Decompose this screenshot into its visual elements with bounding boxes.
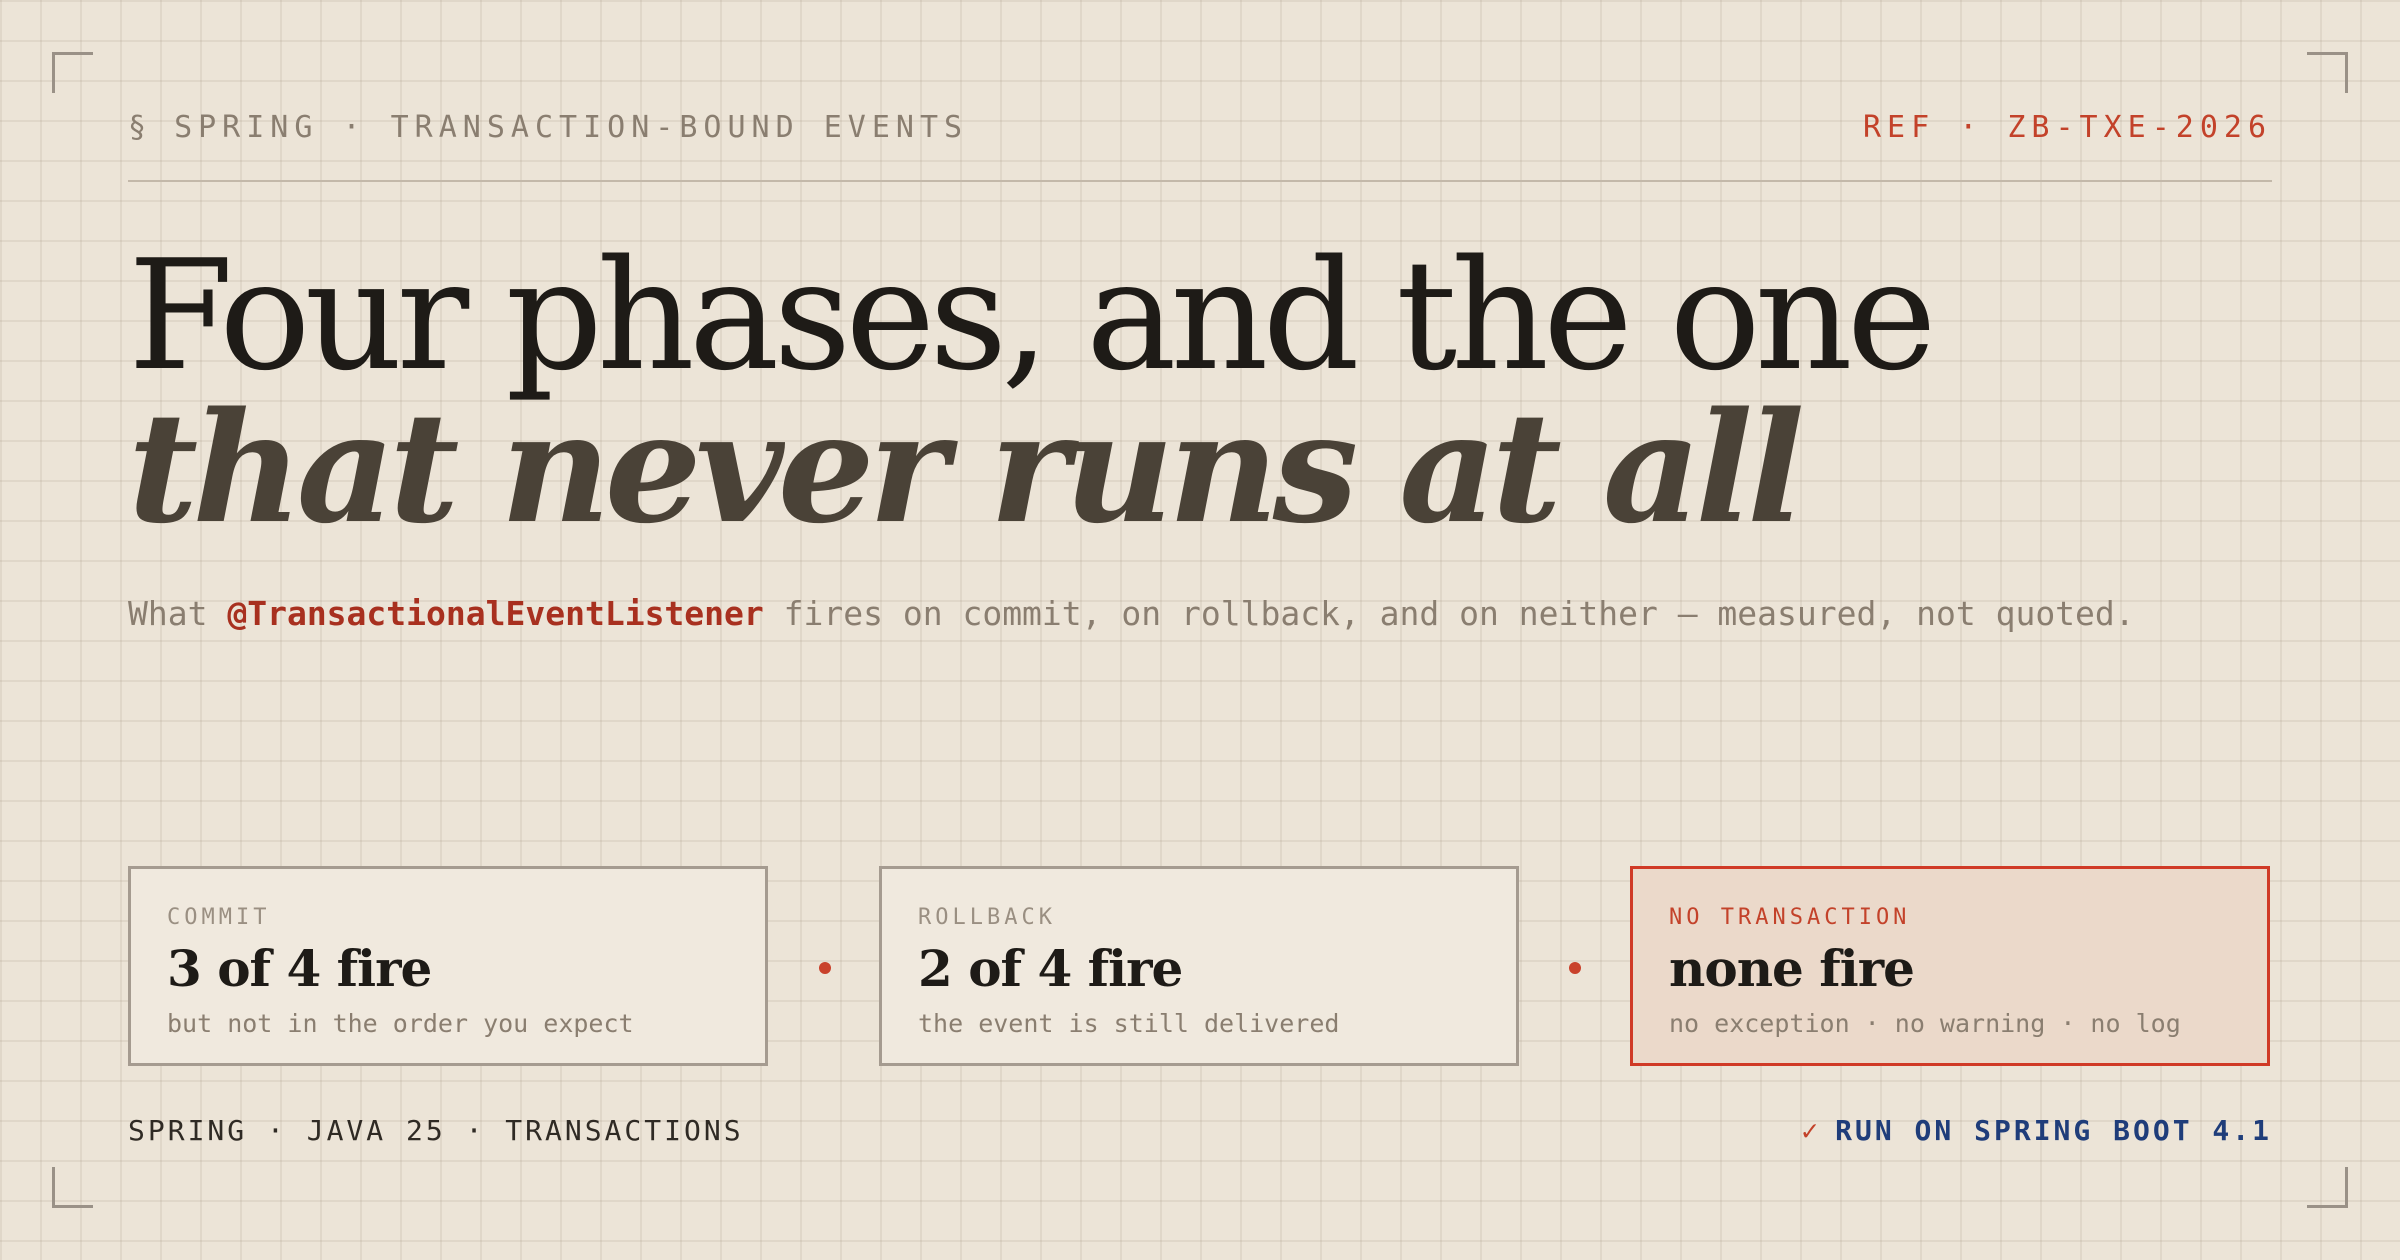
section-icon: § (128, 110, 153, 145)
separator-dot (1569, 962, 1581, 974)
card-value: 2 of 4 fire (918, 939, 1183, 998)
footer-run-note: ✓ RUN ON SPRING BOOT 4.1 (1801, 1114, 2272, 1147)
card-commit: COMMIT 3 of 4 fire but not in the order … (128, 866, 768, 1066)
card-label: NO TRANSACTION (1669, 905, 1911, 930)
footer-run-text: RUN ON SPRING BOOT 4.1 (1835, 1114, 2272, 1147)
card-value: 3 of 4 fire (167, 939, 432, 998)
subtitle-suffix: fires on commit, on rollback, and on nei… (763, 594, 2135, 633)
card-label: ROLLBACK (918, 905, 1056, 930)
corner-mark-bottom-right (2307, 1167, 2348, 1208)
header-ref: REF · ZB-TXE-2026 (1862, 110, 2272, 145)
card-rollback: ROLLBACK 2 of 4 fire the event is still … (879, 866, 1519, 1066)
subtitle-prefix: What (128, 594, 228, 633)
card-note: no exception · no warning · no log (1669, 1009, 2181, 1038)
header-kicker-text: SPRING · TRANSACTION-BOUND EVENTS (174, 110, 969, 145)
page-title: Four phases, and the one that never runs… (128, 227, 1937, 557)
card-note: but not in the order you expect (167, 1009, 634, 1038)
subtitle-code: @TransactionalEventListener (227, 594, 764, 633)
card-label: COMMIT (167, 905, 271, 930)
check-icon: ✓ (1801, 1114, 1822, 1147)
footer-tags: SPRING · JAVA 25 · TRANSACTIONS (128, 1114, 744, 1147)
card-note: the event is still delivered (918, 1009, 1340, 1038)
header-kicker: § SPRING · TRANSACTION-BOUND EVENTS (128, 110, 968, 145)
corner-mark-bottom-left (52, 1167, 93, 1208)
title-line-2: that never runs at all (128, 378, 1805, 557)
subtitle: What @TransactionalEventListener fires o… (128, 594, 2135, 633)
header-bar: § SPRING · TRANSACTION-BOUND EVENTS REF ·… (128, 110, 2272, 182)
corner-mark-top-right (2307, 52, 2348, 93)
card-no-transaction: NO TRANSACTION none fire no exception · … (1630, 866, 2270, 1066)
card-value: none fire (1669, 939, 1915, 998)
corner-mark-top-left (52, 52, 93, 93)
separator-dot (819, 962, 831, 974)
title-line-1: Four phases, and the one (128, 227, 1937, 404)
